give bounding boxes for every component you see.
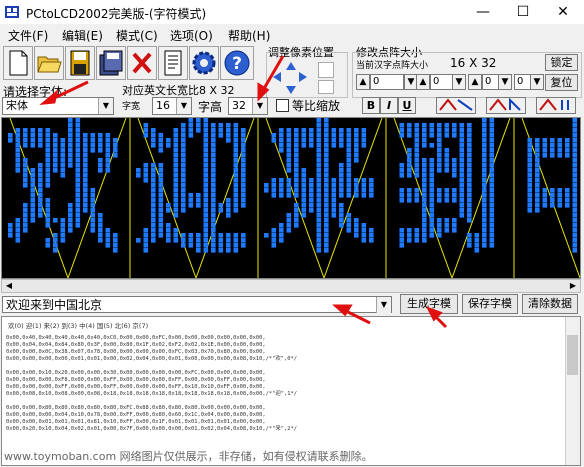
arrow-annotation <box>39 89 59 105</box>
arrow-annotation <box>260 55 285 93</box>
annotation-arrows <box>39 55 448 329</box>
